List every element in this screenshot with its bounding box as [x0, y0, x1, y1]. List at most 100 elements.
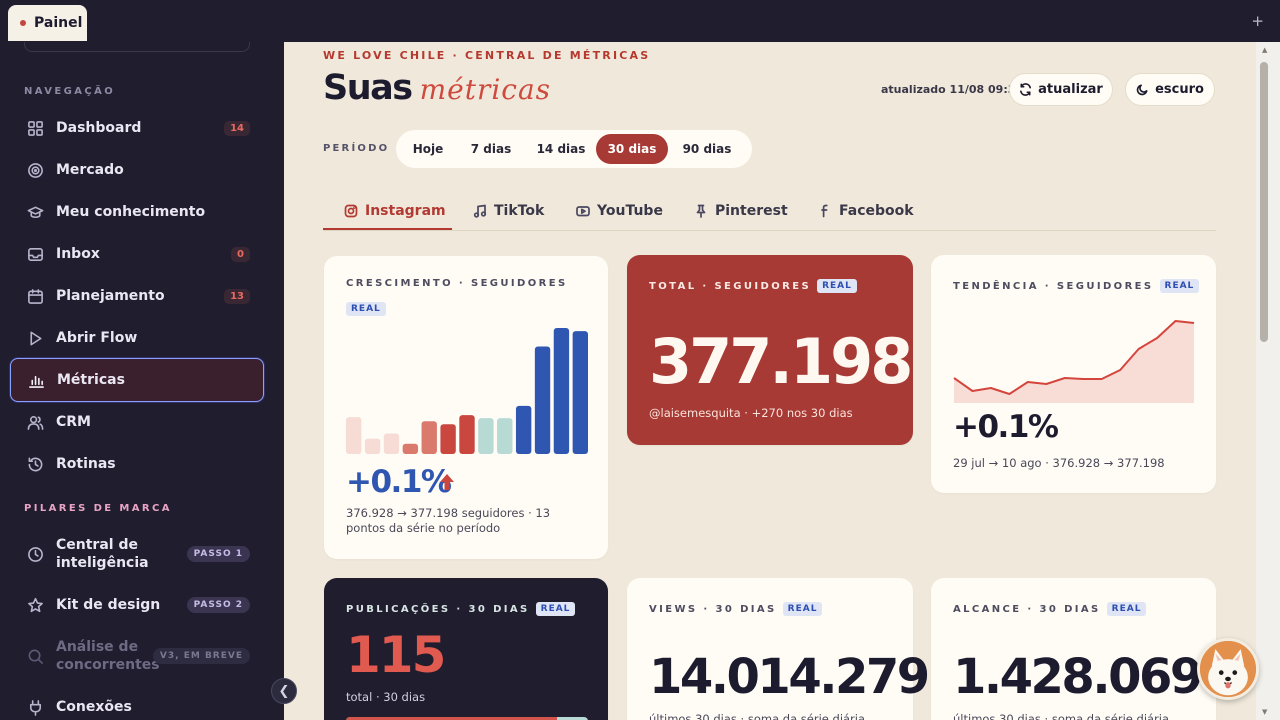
new-tab-icon[interactable]: +	[1251, 12, 1264, 30]
period-option-90-dias[interactable]: 90 dias	[668, 134, 746, 164]
refresh-icon	[1020, 83, 1032, 96]
card-label-row: ALCANCE · 30 DIAS REAL	[953, 602, 1147, 616]
social-network-tabs: Instagram TikTok YouTube Pinterest Faceb…	[323, 191, 1216, 231]
sidebar-item-dashboard[interactable]: Dashboard 14	[10, 106, 264, 150]
tab-facebook[interactable]: Facebook	[818, 191, 914, 231]
tab-title: Painel	[34, 15, 83, 31]
plug-icon	[26, 698, 44, 716]
sidebar-item-abrir-flow[interactable]: Abrir Flow	[10, 316, 264, 360]
calendar-icon	[26, 287, 44, 305]
scroll-down-arrow-icon[interactable]: ▼	[1262, 708, 1267, 716]
search-icon	[26, 647, 44, 665]
tab-label: TikTok	[494, 203, 545, 219]
real-tag: REAL	[782, 602, 823, 616]
growth-bar	[346, 417, 362, 454]
card-label-row: TOTAL · SEGUIDORES REAL	[649, 279, 857, 293]
page-title-script: métricas	[419, 73, 552, 106]
real-tag: REAL	[817, 279, 857, 293]
card-label-row: VIEWS · 30 DIAS REAL	[649, 602, 823, 616]
sidebar-item-rotinas[interactable]: Rotinas	[10, 442, 264, 486]
tab-status-dot	[20, 20, 26, 26]
refresh-button[interactable]: atualizar	[1009, 73, 1113, 106]
assistant-avatar[interactable]	[1197, 638, 1259, 700]
growth-bar	[553, 328, 570, 454]
sidebar-item-crm[interactable]: CRM	[10, 400, 264, 444]
reach-value: 1.428.069	[953, 649, 1203, 705]
dark-mode-button[interactable]: escuro	[1125, 73, 1215, 106]
main-content: WE LOVE CHILE · CENTRAL DE MÉTRICAS Suas…	[284, 42, 1256, 720]
sidebar: NAVEGAÇÃO Dashboard 14 Mercado Meu conhe…	[0, 42, 284, 720]
growth-bar	[421, 421, 437, 454]
refresh-label: atualizar	[1038, 82, 1103, 97]
period-option-7-dias[interactable]: 7 dias	[456, 134, 526, 164]
sidebar-item-label: Planejamento	[56, 288, 165, 304]
tab-label: Facebook	[839, 203, 914, 219]
count-badge: 0	[231, 246, 250, 262]
music-note-icon	[473, 204, 487, 218]
growth-bar	[572, 331, 588, 454]
sidebar-item-mercado[interactable]: Mercado	[10, 148, 264, 192]
sidebar-item-central-inteligencia[interactable]: Central de inteligência PASSO 1	[10, 532, 264, 576]
section-brand-label: PILARES DE MARCA	[24, 503, 172, 514]
growth-bar	[534, 346, 551, 454]
scrollbar-thumb[interactable]	[1260, 62, 1268, 342]
total-followers-sub: @laisemesquita · +270 nos 30 dias	[649, 406, 853, 420]
growth-bar	[402, 443, 419, 454]
sidebar-item-inbox[interactable]: Inbox 0	[10, 232, 264, 276]
users-icon	[26, 413, 44, 431]
period-option-30-dias[interactable]: 30 dias	[596, 134, 668, 164]
tab-instagram[interactable]: Instagram	[344, 191, 446, 231]
scroll-up-arrow-icon[interactable]: ▲	[1262, 46, 1267, 54]
sidebar-item-metricas[interactable]: Métricas	[10, 358, 264, 402]
sidebar-item-meu-conhecimento[interactable]: Meu conhecimento	[10, 190, 264, 234]
growth-bar	[497, 418, 513, 454]
growth-bar	[515, 405, 532, 454]
sidebar-item-label: Mercado	[56, 162, 124, 178]
count-badge: 14	[224, 120, 250, 136]
tab-label: YouTube	[597, 203, 663, 219]
arrow-up-icon	[440, 474, 454, 490]
browser-tab[interactable]: Painel	[8, 5, 87, 41]
real-tag: REAL	[1159, 279, 1200, 293]
real-tag: REAL	[535, 602, 576, 616]
sidebar-item-planejamento[interactable]: Planejamento 13	[10, 274, 264, 318]
tab-pinterest[interactable]: Pinterest	[694, 191, 788, 231]
posts-value: 115	[346, 626, 446, 684]
sidebar-search-box[interactable]	[24, 42, 250, 52]
growth-bar	[364, 438, 381, 454]
sidebar-item-label: Meu conhecimento	[56, 204, 206, 220]
sidebar-item-conexoes[interactable]: Conexões	[10, 685, 264, 720]
count-badge: 13	[224, 288, 250, 304]
page-title-main: Suas	[323, 68, 413, 108]
period-label: PERÍODO	[323, 143, 390, 154]
tab-youtube[interactable]: YouTube	[576, 191, 663, 231]
card-label: PUBLICAÇÕES · 30 DIAS	[346, 604, 530, 615]
card-label: TENDÊNCIA · SEGUIDORES	[953, 281, 1154, 292]
period-selector: Hoje 7 dias 14 dias 30 dias 90 dias	[396, 130, 752, 168]
growth-bar	[459, 415, 475, 454]
period-option-hoje[interactable]: Hoje	[400, 134, 456, 164]
card-label-row: TENDÊNCIA · SEGUIDORES REAL	[953, 279, 1200, 293]
tab-tiktok[interactable]: TikTok	[473, 191, 544, 231]
target-icon	[26, 161, 44, 179]
growth-bar	[383, 433, 400, 454]
real-tag: REAL	[1106, 602, 1147, 616]
history-icon	[26, 455, 44, 473]
star-icon	[26, 596, 44, 614]
inbox-icon	[26, 245, 44, 263]
step-pill: V3, EM BREVE	[152, 648, 250, 664]
growth-percent: +0.1%	[346, 464, 452, 500]
trend-sub: 29 jul → 10 ago · 376.928 → 377.198	[953, 456, 1165, 470]
views-value: 14.014.279	[649, 649, 930, 705]
sidebar-item-label: Análise de concorrentes	[56, 639, 160, 673]
period-option-14-dias[interactable]: 14 dias	[526, 134, 596, 164]
posts-card: PUBLICAÇÕES · 30 DIAS REAL 115 total · 30…	[324, 578, 608, 720]
sidebar-item-kit-design[interactable]: Kit de design PASSO 2	[10, 583, 264, 627]
last-updated-text: atualizado 11/08 09:30	[881, 83, 1024, 96]
views-card: VIEWS · 30 DIAS REAL 14.014.279 últimos 3…	[627, 578, 930, 720]
bar-chart-icon	[27, 371, 45, 389]
posts-sub: total · 30 dias	[346, 690, 426, 704]
graduation-cap-icon	[26, 203, 44, 221]
total-followers-value: 377.198	[649, 325, 913, 398]
youtube-icon	[576, 206, 590, 217]
